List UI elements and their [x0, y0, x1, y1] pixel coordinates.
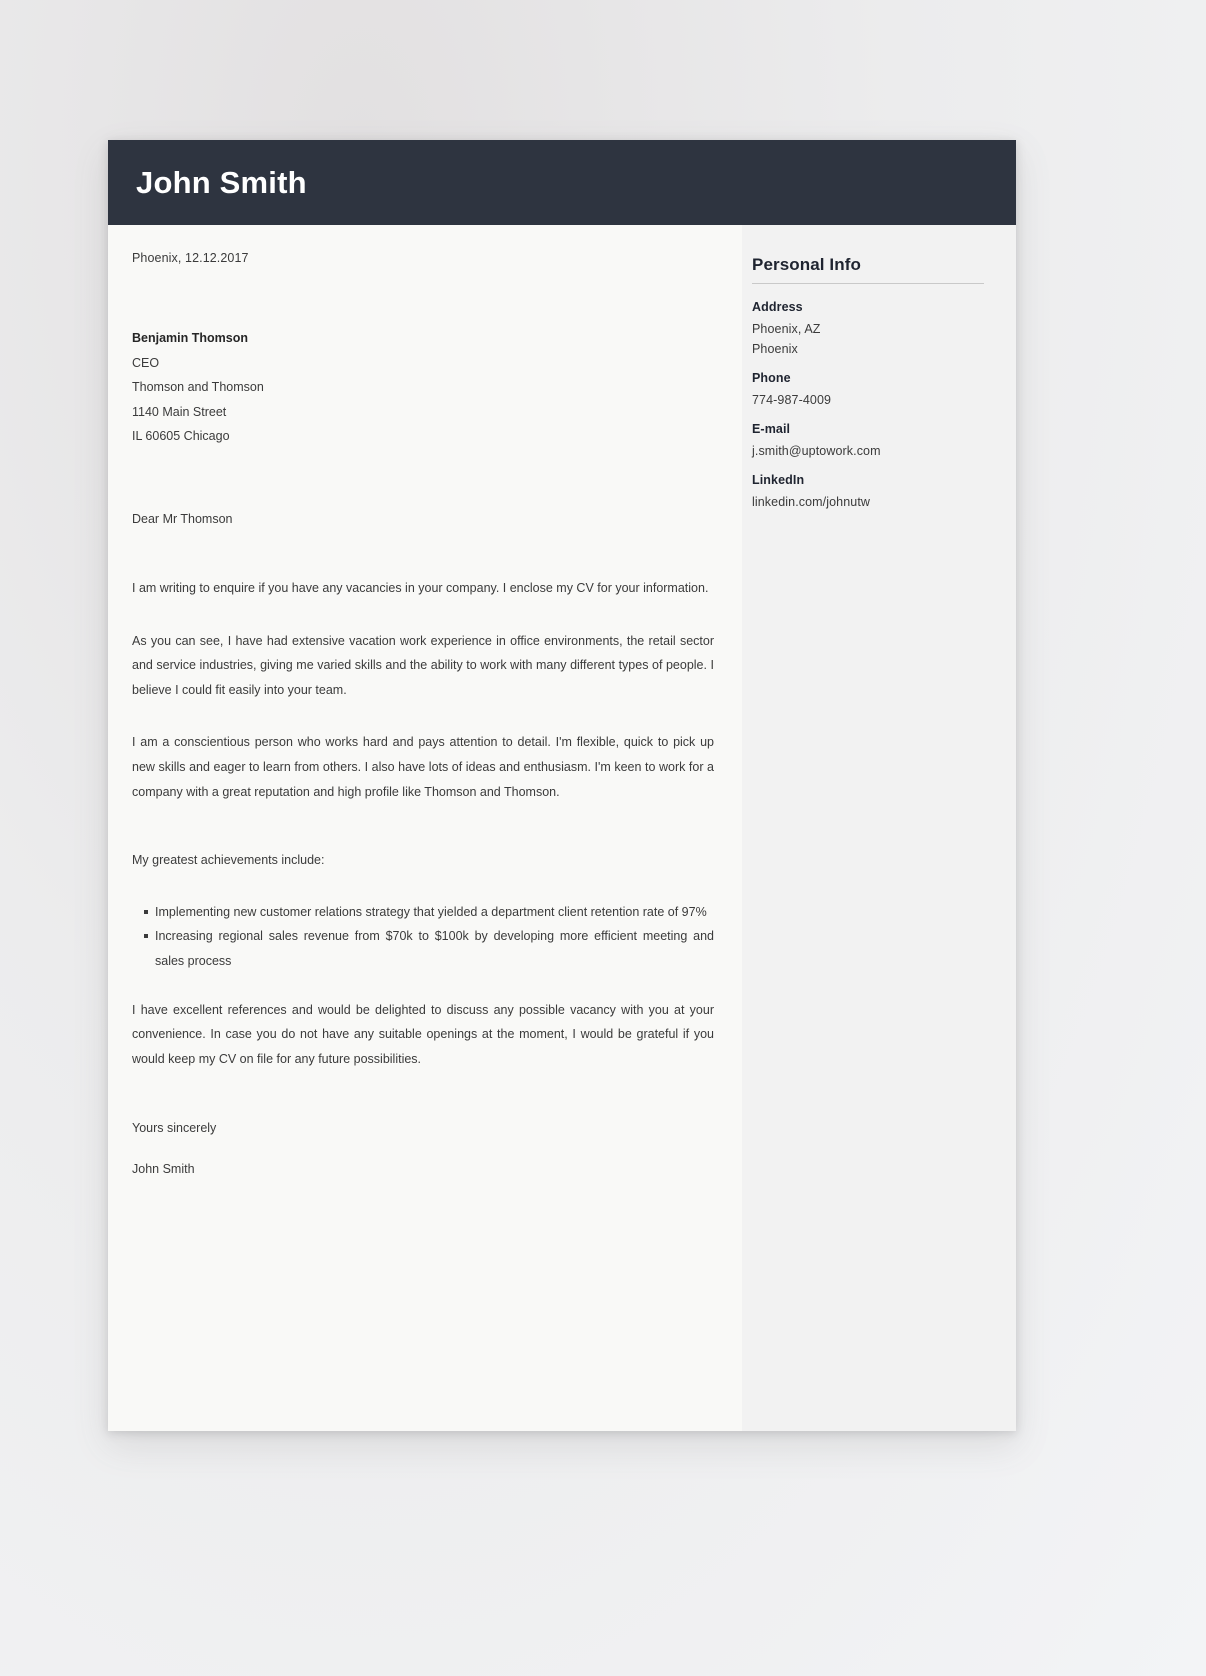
info-value[interactable]: linkedin.com/johnutw: [752, 492, 984, 512]
personal-info-panel: Personal Info Address Phoenix, AZ Phoeni…: [742, 255, 1006, 512]
salutation: Dear Mr Thomson: [132, 511, 233, 526]
recipient-street: 1140 Main Street: [132, 404, 227, 419]
recipient-city: IL 60605 Chicago: [132, 429, 230, 444]
info-label: Address: [752, 300, 803, 314]
letter-paragraph-1: I am writing to enquire if you have any …: [132, 580, 709, 595]
list-item: Implementing new customer relations stra…: [144, 900, 714, 925]
letter-date: Phoenix, 12.12.2017: [132, 251, 249, 265]
recipient-name: Benjamin Thomson: [132, 331, 248, 345]
achievements-list: Implementing new customer relations stra…: [132, 900, 714, 974]
letter-paragraph-3: I am a conscientious person who works ha…: [132, 735, 714, 799]
signoff: Yours sincerely: [132, 1121, 217, 1136]
info-value[interactable]: j.smith@uptowork.com: [752, 441, 984, 461]
title-divider: [752, 283, 984, 284]
recipient-block: Benjamin Thomson CEO Thomson and Thomson…: [132, 326, 714, 449]
closing-paragraph: I have excellent references and would be…: [132, 1002, 714, 1066]
header-band: John Smith: [108, 140, 1016, 225]
signature-name: John Smith: [132, 1162, 195, 1177]
sidebar-column: Personal Info Address Phoenix, AZ Phoeni…: [742, 225, 1016, 1431]
list-item: Increasing regional sales revenue from $…: [144, 924, 714, 973]
info-value: Phoenix, AZ: [752, 322, 821, 336]
info-group-linkedin: LinkedIn linkedin.com/johnutw: [752, 473, 984, 512]
info-value: Phoenix: [752, 342, 798, 356]
recipient-company: Thomson and Thomson: [132, 380, 264, 395]
letter-paragraph-2: As you can see, I have had extensive vac…: [132, 633, 714, 697]
info-label: E-mail: [752, 422, 791, 436]
info-group-phone: Phone 774-987-4009: [752, 371, 984, 410]
info-group-email: E-mail j.smith@uptowork.com: [752, 422, 984, 461]
info-label: Phone: [752, 371, 791, 385]
info-label: LinkedIn: [752, 473, 805, 487]
page-body: Phoenix, 12.12.2017 Benjamin Thomson CEO…: [108, 225, 1016, 1431]
recipient-title: CEO: [132, 355, 160, 370]
cover-letter-page: John Smith Phoenix, 12.12.2017 Benjamin …: [108, 140, 1016, 1431]
info-value[interactable]: 774-987-4009: [752, 390, 984, 410]
personal-info-title: Personal Info: [752, 255, 861, 274]
info-group-address: Address Phoenix, AZ Phoenix: [752, 300, 984, 359]
letter-column: Phoenix, 12.12.2017 Benjamin Thomson CEO…: [108, 225, 742, 1431]
page-title: John Smith: [136, 165, 307, 200]
achievements-intro: My greatest achievements include:: [132, 853, 325, 868]
